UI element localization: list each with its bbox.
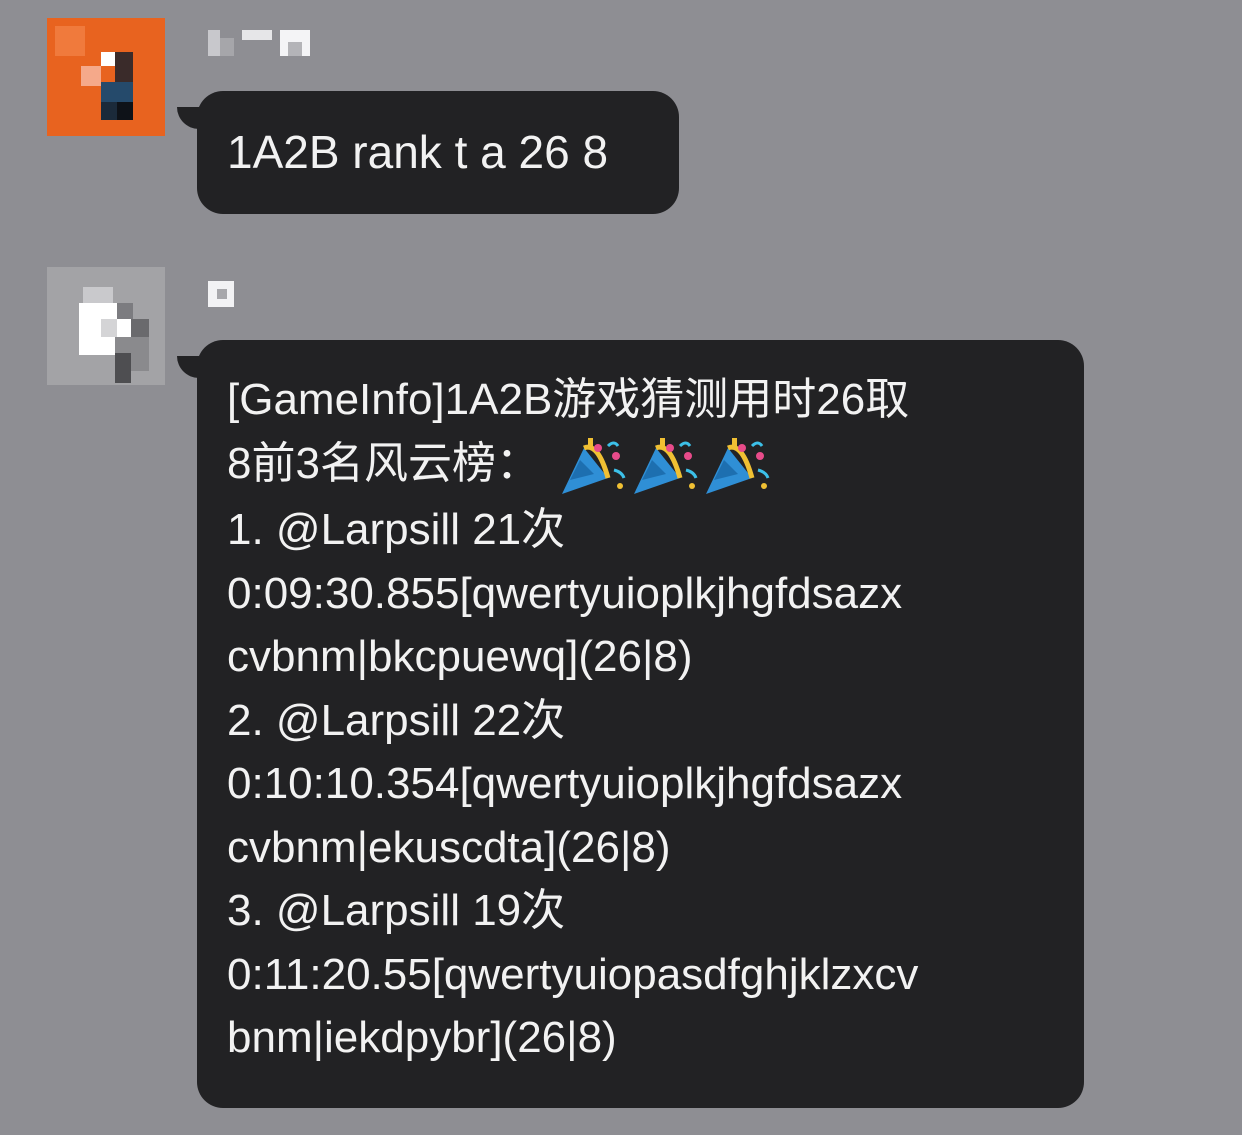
message-text-line-with-emoji: 8前3名风云榜： [227, 432, 1064, 499]
avatar-tile [101, 319, 117, 337]
party-popper-icon [562, 438, 626, 495]
message-text-line: [GameInfo]1A2B游戏猜测用时26取 [227, 375, 910, 424]
sender-avatar[interactable] [47, 18, 165, 136]
message-text-line: 2. @Larpsill 22次 [227, 695, 566, 745]
pixel-block [242, 30, 272, 40]
avatar-tile [83, 287, 113, 303]
message-text-line: 0:09:30.855[qwertyuioplkjhgfdsazx [227, 568, 903, 618]
avatar-tile [81, 66, 101, 86]
message-text-line: cvbnm|ekuscdta](26|8) [227, 822, 671, 872]
message-text-line: bnm|iekdpybr](26|8) [227, 1013, 617, 1063]
pixel-block [217, 289, 227, 299]
avatar-tile [117, 303, 133, 319]
pixel-block [208, 30, 220, 56]
emoji-group [558, 434, 774, 498]
message-text-line: 3. @Larpsill 19次 [227, 886, 566, 936]
message-text-line: 0:10:10.354[qwertyuioplkjhgfdsazx [227, 759, 903, 809]
sender-name-pixelated [208, 28, 310, 58]
message-bubble[interactable]: 1A2B rank t a 26 8 [177, 91, 679, 214]
message-text-line: 1. @Larpsill 21次 [227, 505, 566, 555]
message-text-line: 8前3名风云榜： [227, 438, 540, 488]
message-bubble[interactable]: [GameInfo]1A2B游戏猜测用时26取 8前3名风云榜： 1. @Lar… [177, 340, 1084, 1108]
avatar-tile [115, 52, 133, 82]
party-popper-icon [634, 438, 698, 495]
pixel-block [288, 42, 302, 56]
message-text: 1A2B rank t a 26 8 [227, 126, 609, 178]
avatar-tile [101, 102, 117, 120]
avatar-tile [55, 26, 85, 56]
party-popper-icon [706, 438, 770, 495]
avatar-tile [131, 319, 149, 337]
pixel-block [220, 38, 234, 56]
avatar-tile [101, 82, 133, 104]
avatar-tile [117, 102, 133, 120]
message-text-line: cvbnm|bkcpuewq](26|8) [227, 632, 693, 682]
avatar-tile [115, 353, 131, 383]
message-text-line: 0:11:20.55[qwertyuiopasdfghjklzxcv [227, 949, 919, 999]
sender-name-pixelated [208, 279, 236, 309]
sender-avatar[interactable] [47, 267, 165, 385]
